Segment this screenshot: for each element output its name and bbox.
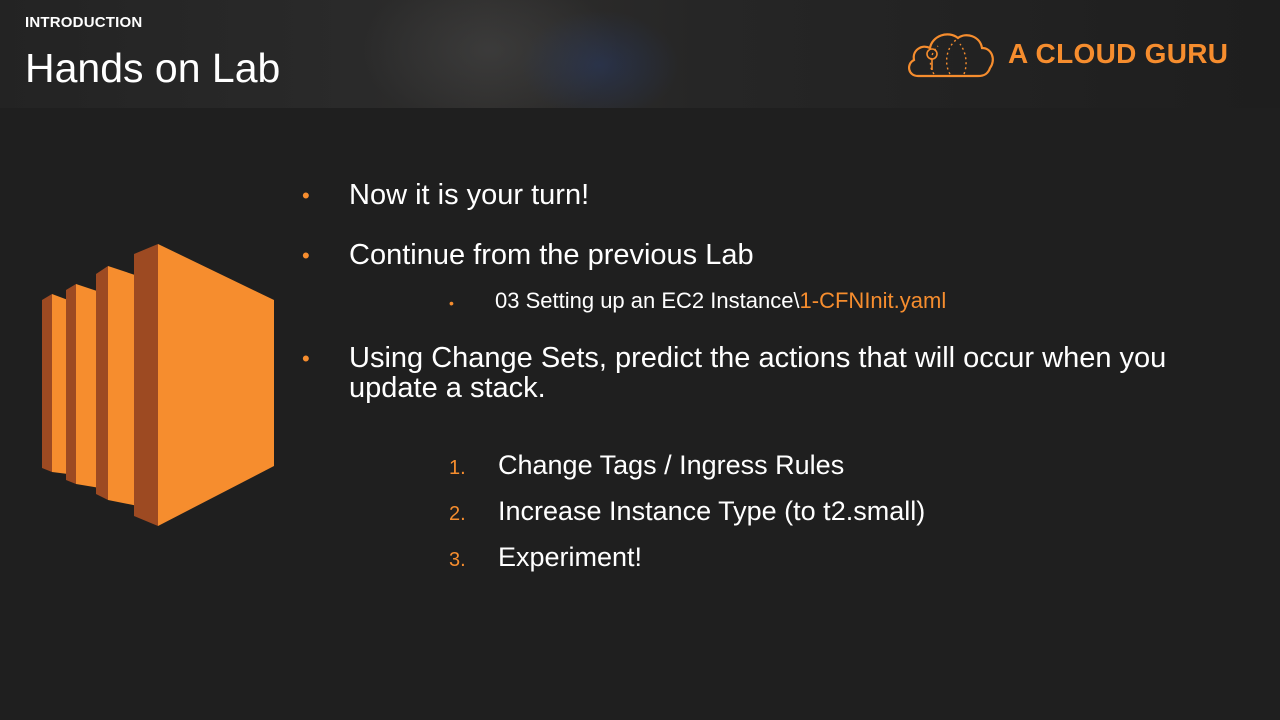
- step-increase-instance-type: Increase Instance Type (to t2.small): [498, 496, 926, 526]
- step-number: 2.: [449, 503, 466, 525]
- page-title: Hands on Lab: [25, 45, 281, 91]
- lab-path: 03 Setting up an EC2 Instance\: [495, 288, 800, 313]
- bullet-now-your-turn: Now it is your turn!: [349, 179, 590, 211]
- logo-text: A CLOUD GURU: [1008, 38, 1229, 69]
- lab-file-name: 1-CFNInit.yaml: [799, 288, 947, 313]
- step-number: 1.: [449, 457, 466, 479]
- bullet-change-sets-line2: update a stack.: [349, 372, 546, 404]
- step-change-tags: Change Tags / Ingress Rules: [498, 450, 845, 480]
- bullet-marker: •: [302, 346, 310, 371]
- bullet-marker: •: [302, 183, 310, 208]
- header-background-blur-blue: [520, 10, 680, 108]
- header-band: INTRODUCTION Hands on Lab A CLOUD GURU: [0, 0, 1280, 108]
- slide: INTRODUCTION Hands on Lab A CLOUD GURU •…: [0, 0, 1280, 720]
- section-label: INTRODUCTION: [25, 14, 143, 31]
- bullet-continue-lab: Continue from the previous Lab: [349, 239, 754, 271]
- ec2-instance-icon: [42, 244, 274, 526]
- brand-logo: A CLOUD GURU: [904, 26, 1228, 82]
- cloud-logo-icon: [908, 33, 994, 78]
- step-number: 3.: [449, 549, 466, 571]
- sub-bullet-marker: •: [449, 295, 454, 311]
- bullet-marker: •: [302, 243, 310, 268]
- sub-bullet-lab-file: 03 Setting up an EC2 Instance\1-CFNInit.…: [495, 288, 946, 314]
- step-experiment: Experiment!: [498, 542, 643, 572]
- bullet-change-sets-line1: Using Change Sets, predict the actions t…: [349, 342, 1167, 374]
